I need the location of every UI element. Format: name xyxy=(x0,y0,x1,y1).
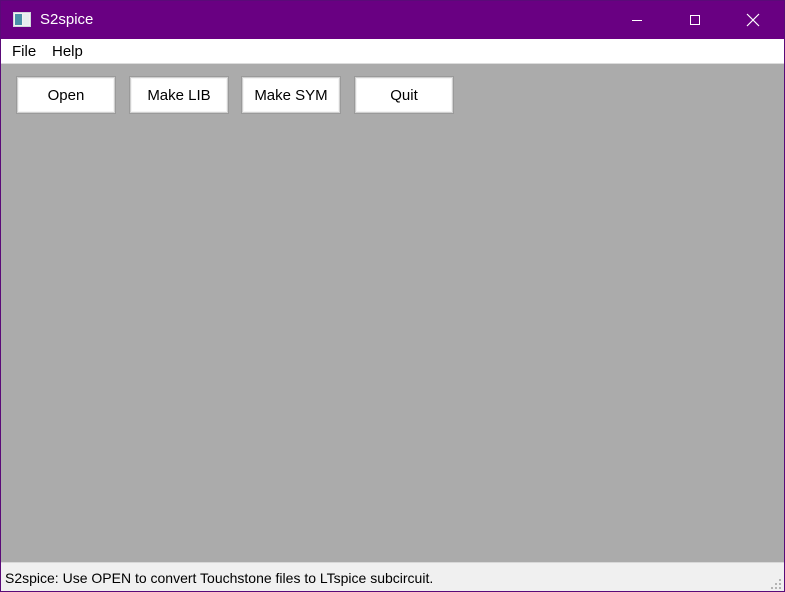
open-button[interactable]: Open xyxy=(17,77,115,113)
close-icon xyxy=(746,13,760,27)
app-window: S2spice File Help Open Make LIB Make SYM… xyxy=(0,0,785,592)
menu-help[interactable]: Help xyxy=(52,43,83,60)
maximize-button[interactable] xyxy=(666,1,724,39)
make-lib-button[interactable]: Make LIB xyxy=(130,77,228,113)
main-content-area: Open Make LIB Make SYM Quit xyxy=(1,64,784,561)
title-bar[interactable]: S2spice xyxy=(1,1,784,39)
make-sym-button[interactable]: Make SYM xyxy=(242,77,340,113)
quit-button[interactable]: Quit xyxy=(355,77,453,113)
status-text: S2spice: Use OPEN to convert Touchstone … xyxy=(5,570,434,586)
status-bar: S2spice: Use OPEN to convert Touchstone … xyxy=(1,562,784,591)
app-icon xyxy=(13,12,31,27)
maximize-icon xyxy=(690,15,700,25)
minimize-button[interactable] xyxy=(608,1,666,39)
menu-bar: File Help xyxy=(1,39,784,64)
menu-file[interactable]: File xyxy=(12,43,36,60)
window-title: S2spice xyxy=(40,11,94,28)
close-button[interactable] xyxy=(724,1,782,39)
resize-grip-icon[interactable] xyxy=(770,578,782,590)
minimize-icon xyxy=(632,20,642,21)
